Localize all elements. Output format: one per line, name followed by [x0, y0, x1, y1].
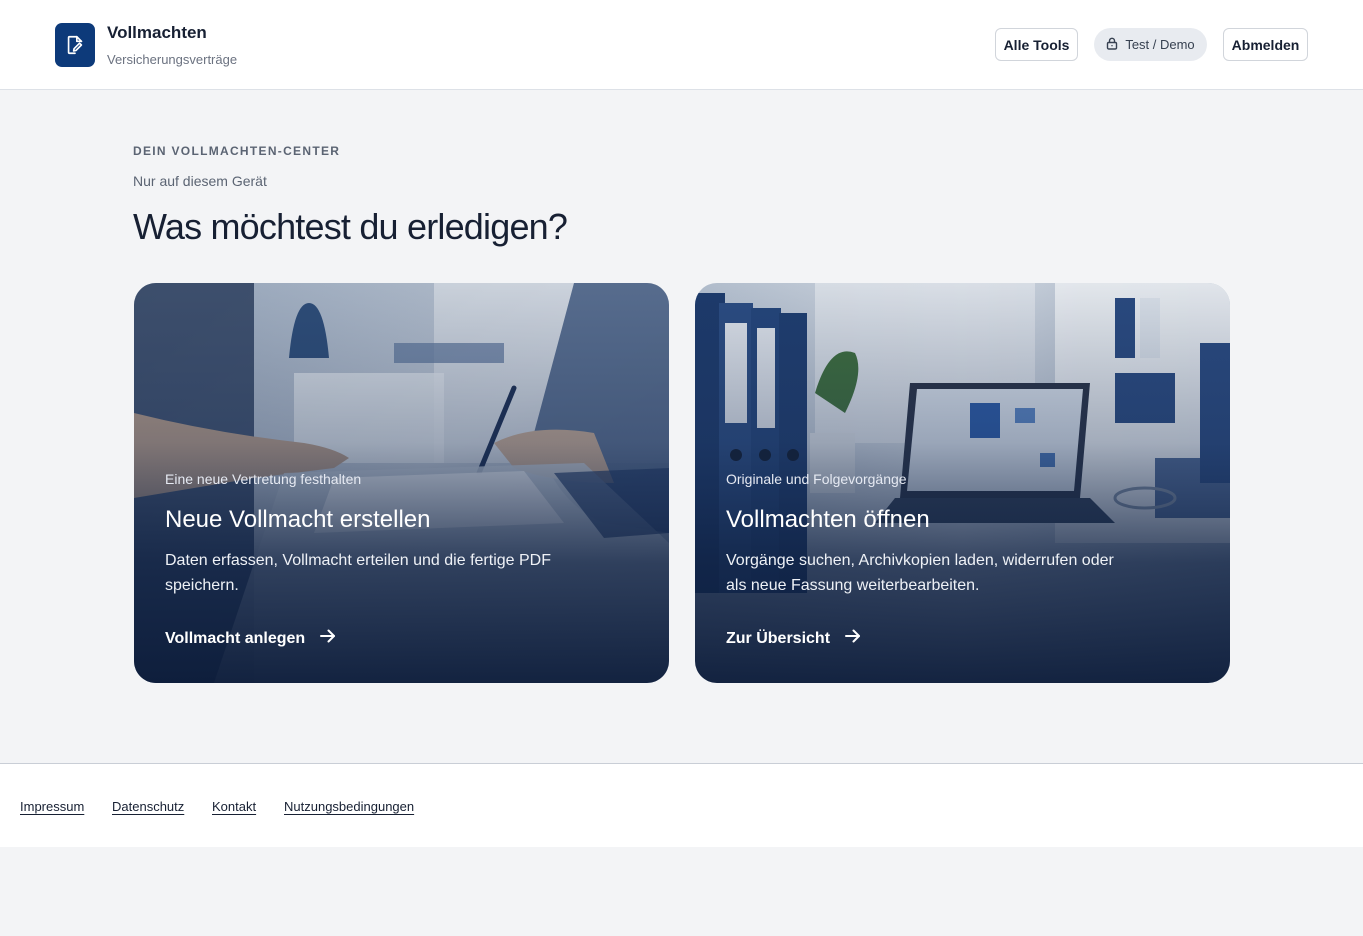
card-title: Neue Vollmacht erstellen — [165, 506, 431, 533]
footer-link-datenschutz[interactable]: Datenschutz — [112, 799, 184, 814]
cta-label: Vollmacht anlegen — [165, 629, 306, 647]
footer-link-impressum[interactable]: Impressum — [20, 799, 84, 814]
app-title: Vollmachten — [107, 23, 207, 42]
mode-badge: Test / Demo — [1094, 28, 1207, 61]
page-footer: Impressum Datenschutz Kontakt Nutzungsbe… — [0, 763, 1363, 847]
section-eyebrow: DEIN VOLLMACHTEN-CENTER — [133, 144, 341, 158]
card-kicker: Originale und Folgevorgänge — [726, 471, 907, 487]
storage-note: Nur auf diesem Gerät — [133, 173, 267, 189]
app-header: Vollmachten Versicherungsverträge Alle T… — [0, 0, 1363, 90]
arrow-right-icon — [844, 628, 862, 649]
footer-link-kontakt[interactable]: Kontakt — [212, 799, 256, 814]
create-power-of-attorney-card[interactable]: Eine neue Vertretung festhalten Neue Vol… — [134, 283, 669, 683]
lock-icon — [1106, 37, 1118, 53]
card-kicker: Eine neue Vertretung festhalten — [165, 471, 362, 487]
arrow-right-icon — [319, 628, 337, 649]
card-description: Vorgänge suchen, Archivkopien laden, wid… — [726, 552, 1114, 594]
logout-button[interactable]: Abmelden — [1223, 28, 1308, 61]
cta-label: Zur Übersicht — [726, 629, 831, 647]
app-subtitle: Versicherungsverträge — [107, 52, 238, 67]
card-title: Vollmachten öffnen — [726, 506, 930, 533]
mode-label: Test / Demo — [1125, 37, 1195, 52]
card-description: Daten erfassen, Vollmacht erteilen und d… — [165, 552, 551, 594]
page-title: Was möchtest du erledigen? — [133, 206, 568, 247]
document-edit-icon — [55, 23, 95, 67]
overview-link[interactable]: Zur Übersicht — [726, 628, 862, 649]
footer-link-nutzungsbedingungen[interactable]: Nutzungsbedingungen — [284, 799, 414, 814]
open-power-of-attorney-card[interactable]: Originale und Folgevorgänge Vollmachten … — [695, 283, 1230, 683]
create-power-of-attorney-link[interactable]: Vollmacht anlegen — [165, 628, 337, 649]
all-tools-button[interactable]: Alle Tools — [995, 28, 1078, 61]
